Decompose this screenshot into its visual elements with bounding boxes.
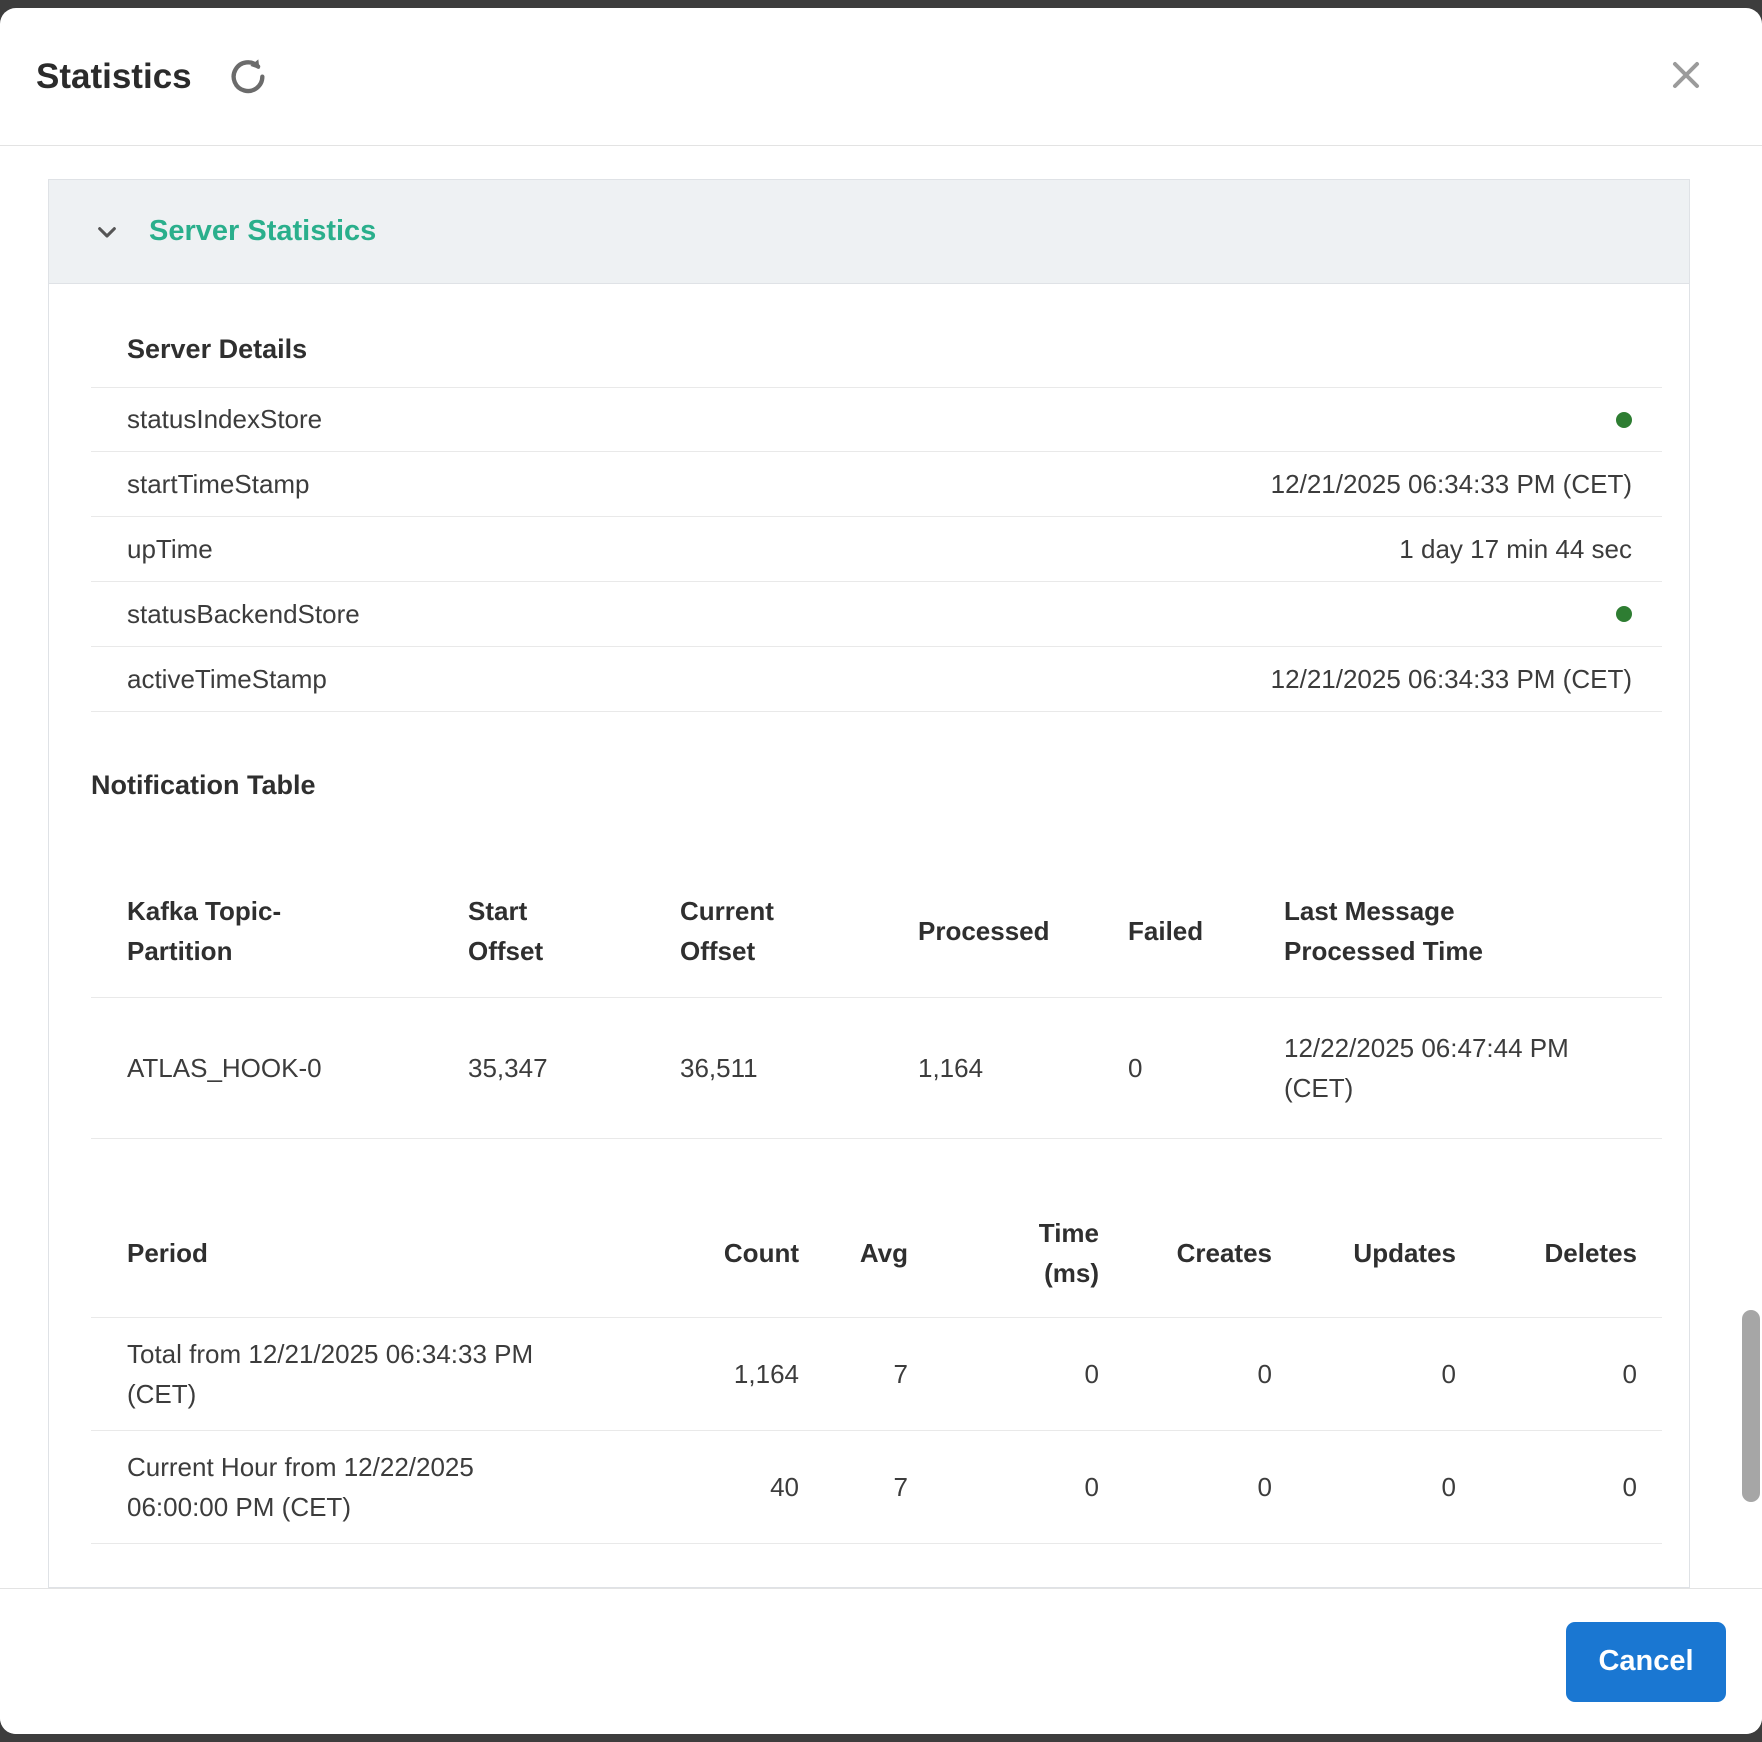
- table-row: activeTimeStamp 12/21/2025 06:34:33 PM (…: [91, 647, 1662, 712]
- cell-avg: 7: [824, 1317, 933, 1431]
- column-header: Time (ms): [933, 1189, 1124, 1318]
- status-up-indicator: [1616, 411, 1632, 428]
- table-row: statusBackendStore: [91, 582, 1662, 647]
- cell-deletes: 0: [1481, 1317, 1662, 1431]
- detail-key: upTime: [127, 533, 213, 564]
- cell-last-message-time: 12/22/2025 06:47:44 PM (CET): [1248, 997, 1662, 1139]
- scrollbar-thumb[interactable]: [1742, 1310, 1760, 1502]
- cell-period: Current Hour from 12/22/2025 06:00:00 PM…: [91, 1430, 571, 1544]
- modal-body: Server Statistics Server Details statusI…: [0, 147, 1762, 1588]
- cell-deletes: 0: [1481, 1430, 1662, 1544]
- column-header: Kafka Topic-Partition: [91, 865, 432, 998]
- detail-value: 1 day 17 min 44 sec: [1399, 533, 1632, 564]
- column-header: Creates: [1124, 1189, 1297, 1318]
- column-header: Avg: [824, 1189, 933, 1318]
- cell-updates: 0: [1297, 1317, 1481, 1431]
- column-header: Period: [91, 1189, 571, 1318]
- cell-processed: 1,164: [882, 997, 1092, 1139]
- table-row: Total from 12/21/2025 06:34:33 PM (CET) …: [91, 1317, 1662, 1431]
- cell-updates: 0: [1297, 1430, 1481, 1544]
- detail-key: statusBackendStore: [127, 598, 360, 629]
- cell-avg: 7: [824, 1430, 933, 1544]
- server-statistics-panel: Server Statistics Server Details statusI…: [48, 179, 1690, 1588]
- table-row: ATLAS_HOOK-0 35,347 36,511 1,164 0 12/22…: [91, 997, 1662, 1139]
- modal-title: Statistics: [36, 56, 192, 96]
- column-header: Processed: [882, 865, 1092, 998]
- cell-count: 1,164: [571, 1317, 824, 1431]
- table-header-row: Period Count Avg Time (ms) Creates Updat…: [91, 1189, 1662, 1318]
- modal-footer: Cancel: [0, 1588, 1762, 1734]
- server-details-heading: Server Details: [127, 334, 308, 364]
- column-header: Updates: [1297, 1189, 1481, 1318]
- cell-start-offset: 35,347: [432, 997, 644, 1139]
- cancel-button[interactable]: Cancel: [1566, 1621, 1726, 1702]
- cell-period: Total from 12/21/2025 06:34:33 PM (CET): [91, 1317, 571, 1431]
- cell-current-offset: 36,511: [644, 997, 882, 1139]
- column-header: Count: [571, 1189, 824, 1318]
- column-header: Current Offset: [644, 865, 882, 998]
- table-row: Current Hour from 12/22/2025 06:00:00 PM…: [91, 1430, 1662, 1544]
- cell-creates: 0: [1124, 1317, 1297, 1431]
- server-details-table: statusIndexStore startTimeStamp 12/21/20…: [91, 387, 1662, 712]
- table-header-row: Kafka Topic-Partition Start Offset Curre…: [91, 865, 1662, 998]
- table-row: statusIndexStore: [91, 387, 1662, 452]
- cell-creates: 0: [1124, 1430, 1297, 1544]
- cell-time-ms: 0: [933, 1317, 1124, 1431]
- detail-value: 12/21/2025 06:34:33 PM (CET): [1270, 663, 1632, 694]
- statistics-modal: Statistics Server Statistics Server Deta…: [0, 8, 1762, 1734]
- detail-value: 12/21/2025 06:34:33 PM (CET): [1270, 468, 1632, 499]
- table-row: upTime 1 day 17 min 44 sec: [91, 517, 1662, 582]
- server-statistics-header[interactable]: Server Statistics: [49, 180, 1689, 284]
- cell-time-ms: 0: [933, 1430, 1124, 1544]
- period-stats-table: Period Count Avg Time (ms) Creates Updat…: [91, 1189, 1662, 1544]
- section-title: Server Statistics: [149, 215, 377, 247]
- refresh-button[interactable]: [226, 55, 270, 99]
- status-up-indicator: [1616, 606, 1632, 622]
- modal-header: Statistics: [0, 8, 1762, 146]
- column-header: Deletes: [1481, 1189, 1662, 1318]
- kafka-topic-table: Kafka Topic-Partition Start Offset Curre…: [91, 865, 1662, 1139]
- server-statistics-body: Server Details statusIndexStore startTim…: [49, 284, 1689, 1584]
- close-button[interactable]: [1662, 53, 1710, 101]
- column-header: Failed: [1092, 865, 1248, 998]
- close-icon: [1664, 53, 1708, 100]
- table-row: startTimeStamp 12/21/2025 06:34:33 PM (C…: [91, 452, 1662, 517]
- cell-failed: 0: [1092, 997, 1248, 1139]
- chevron-down-icon: [91, 216, 123, 248]
- notification-table-heading: Notification Table: [91, 770, 316, 800]
- detail-key: activeTimeStamp: [127, 663, 327, 694]
- refresh-icon: [228, 55, 268, 98]
- column-header: Last Message Processed Time: [1248, 865, 1662, 998]
- detail-key: statusIndexStore: [127, 404, 323, 434]
- cell-topic: ATLAS_HOOK-0: [91, 997, 432, 1139]
- column-header: Start Offset: [432, 865, 644, 998]
- cell-count: 40: [571, 1430, 824, 1544]
- detail-key: startTimeStamp: [127, 468, 310, 499]
